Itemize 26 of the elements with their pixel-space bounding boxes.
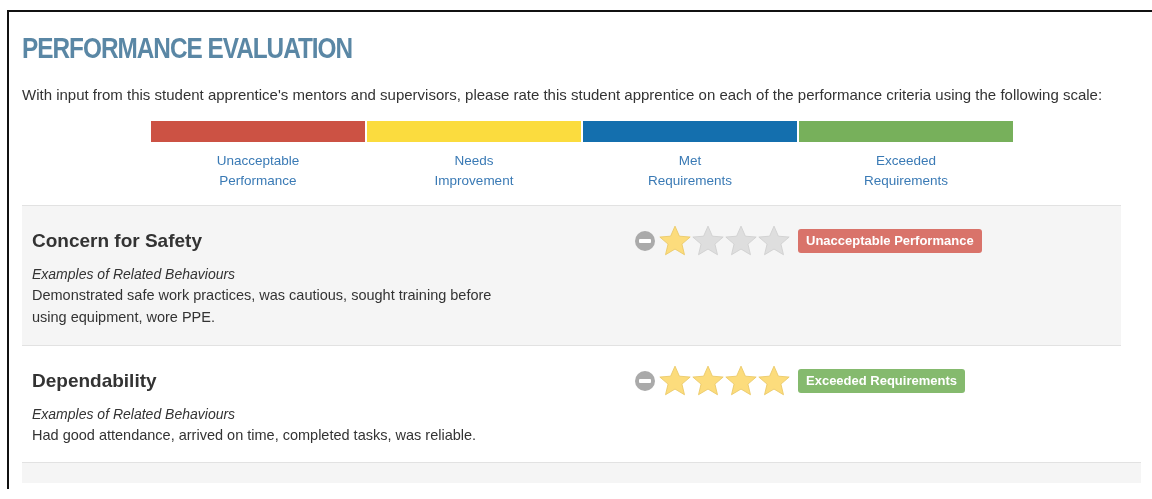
examples-text: Had good attendance, arrived on time, completed tasks, was reliable. [32, 426, 478, 445]
star-icon[interactable] [723, 224, 758, 258]
rating-label: Exceeded Requirements [798, 369, 965, 393]
examples-text: Demonstrated safe work practices, was cautious, sought training before using equipment, wore PPE. [32, 286, 493, 327]
star-icon[interactable] [690, 364, 725, 398]
criterion-name: Concern for Safety [32, 230, 203, 252]
criterion-name: Dependability [32, 370, 158, 392]
instructions-text: With input from this student apprentice's mentors and supervisors, please rate this student apprentice on each of the performance criteria using the following scale: [22, 85, 1104, 105]
star-rating[interactable] [658, 364, 790, 398]
examples-heading: Examples of Related Behaviours [32, 265, 237, 284]
examples-heading: Examples of Related Behaviours [32, 405, 237, 424]
page-title: PERFORMANCE EVALUATION [22, 31, 353, 66]
star-icon[interactable] [657, 364, 692, 398]
scale-label: Unacceptable Performance [215, 152, 301, 190]
star-icon[interactable] [690, 224, 725, 258]
star-icon[interactable] [723, 364, 758, 398]
scale-label: Needs Improvement [433, 152, 515, 190]
star-icon[interactable] [756, 224, 791, 258]
star-icon[interactable] [657, 224, 692, 258]
scale-label: Met Requirements [646, 152, 733, 190]
clear-rating-icon[interactable] [635, 371, 655, 391]
star-rating[interactable] [658, 224, 790, 258]
scale-label: Exceeded Requirements [862, 152, 949, 190]
star-icon[interactable] [756, 364, 791, 398]
rating-label: Unacceptable Performance [798, 229, 982, 253]
clear-rating-icon[interactable] [635, 231, 655, 251]
